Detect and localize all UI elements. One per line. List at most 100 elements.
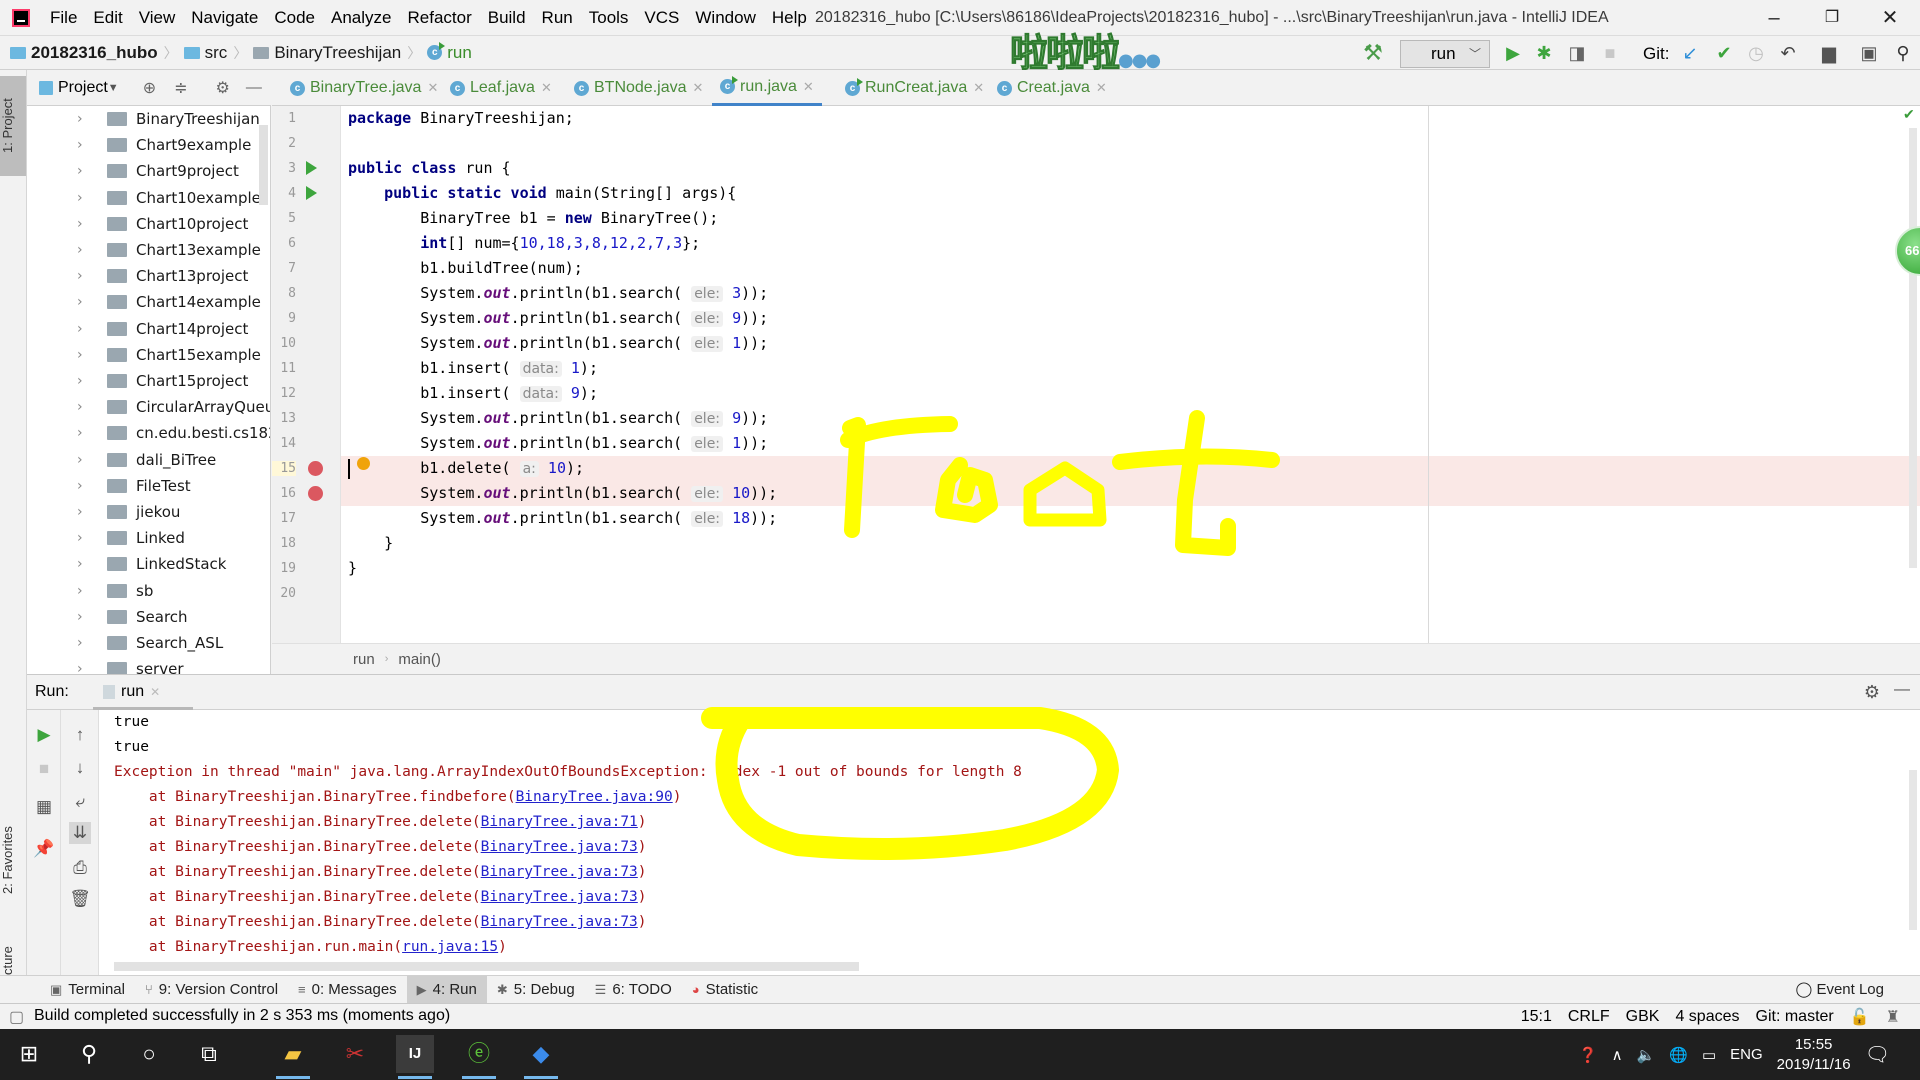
expand-chevron-icon[interactable]: › [77, 504, 91, 520]
code-line[interactable]: b1.delete( a: 10); [348, 456, 584, 481]
code-line[interactable]: System.out.println(b1.search( ele: 9)); [348, 406, 768, 431]
stack-trace-link[interactable]: BinaryTree.java:73 [481, 889, 638, 905]
menu-refactor[interactable]: Refactor [399, 8, 479, 28]
code-line[interactable]: System.out.println(b1.search( ele: 9)); [348, 306, 768, 331]
intention-bulb-icon[interactable] [357, 457, 370, 470]
nav-package[interactable]: BinaryTreeshijan 〉 [253, 43, 421, 63]
restore-button[interactable]: ❐ [1820, 6, 1844, 30]
expand-chevron-icon[interactable]: › [77, 635, 91, 651]
editor-scrollbar[interactable] [1909, 128, 1917, 568]
inspection-ok-icon[interactable]: ✔ [1903, 106, 1915, 123]
expand-chevron-icon[interactable]: › [77, 137, 91, 153]
close-tab-icon[interactable]: ✕ [427, 80, 438, 96]
soft-wrap-icon[interactable]: ⤶ [69, 791, 91, 813]
tree-item[interactable]: › jiekou [27, 499, 180, 525]
menu-edit[interactable]: Edit [85, 8, 130, 28]
action-center-icon[interactable]: 🗨 [1865, 1042, 1890, 1067]
stack-trace-link[interactable]: run.java:15 [402, 939, 498, 955]
locate-icon[interactable]: ⊕ [143, 78, 156, 98]
expand-chevron-icon[interactable]: › [77, 347, 91, 363]
expand-chevron-icon[interactable]: › [77, 163, 91, 179]
stack-trace-link[interactable]: BinaryTree.java:73 [481, 914, 638, 930]
expand-chevron-icon[interactable]: › [77, 268, 91, 284]
breakpoint-icon[interactable] [308, 486, 323, 501]
menu-help[interactable]: Help [764, 8, 815, 28]
close-tab-icon[interactable]: ✕ [803, 79, 814, 95]
breakpoint-icon[interactable] [308, 461, 323, 476]
status-toggle-icon[interactable]: ▢ [9, 1007, 24, 1027]
lock-icon[interactable]: 🔓 [1850, 1007, 1870, 1027]
tree-item[interactable]: › Chart15example [27, 342, 261, 368]
menu-vcs[interactable]: VCS [636, 8, 687, 28]
search-everywhere-icon[interactable]: ⚲ [1892, 42, 1914, 64]
code-line[interactable]: int[] num={10,18,3,8,12,2,7,3}; [348, 231, 700, 256]
volume-icon[interactable]: 🔈 [1637, 1046, 1656, 1064]
terminal-window-icon[interactable]: ▣ [1858, 42, 1880, 64]
layout-icon[interactable]: ▦ [33, 796, 55, 818]
expand-chevron-icon[interactable]: › [77, 373, 91, 389]
minimize-button[interactable]: – [1762, 6, 1786, 30]
tool-tab[interactable]: ≡ 0: Messages [288, 976, 407, 1004]
tree-item[interactable]: › Linked [27, 525, 185, 551]
menu-file[interactable]: File [42, 8, 85, 28]
rerun-icon[interactable]: ▶ [33, 724, 55, 746]
inspector-icon[interactable]: ♜ [1886, 1007, 1900, 1027]
tree-item[interactable]: › server [27, 656, 183, 674]
tree-item[interactable]: › CircularArrayQueue [27, 394, 270, 420]
code-line[interactable]: package BinaryTreeshijan; [348, 106, 574, 131]
editor-tab[interactable]: c BTNode.java ✕ [566, 70, 711, 106]
intellij-taskbar-icon[interactable]: IJ [396, 1035, 434, 1079]
expand-chevron-icon[interactable]: › [77, 425, 91, 441]
code-line[interactable]: System.out.println(b1.search( ele: 10)); [348, 481, 777, 506]
input-language[interactable]: ENG [1730, 1046, 1763, 1063]
tree-item[interactable]: › FileTest [27, 473, 191, 499]
menu-code[interactable]: Code [266, 8, 323, 28]
code-line[interactable]: b1.buildTree(num); [348, 256, 583, 281]
tool-tab[interactable]: ▶ 4: Run [406, 975, 487, 1004]
menu-view[interactable]: View [131, 8, 184, 28]
tree-item[interactable]: › Search_ASL [27, 630, 223, 656]
editor-tab[interactable]: c Leaf.java ✕ [442, 70, 560, 106]
down-arrow-icon[interactable]: ↓ [69, 757, 91, 779]
code-line[interactable]: System.out.println(b1.search( ele: 1)); [348, 431, 768, 456]
code-line[interactable]: public class run { [348, 156, 511, 181]
hide-panel-icon[interactable]: — [246, 79, 262, 97]
code-line[interactable]: b1.insert( data: 9); [348, 381, 598, 406]
build-status-message[interactable]: Build completed successfully in 2 s 353 … [34, 1007, 450, 1025]
tree-item[interactable]: › Chart14project [27, 316, 248, 342]
expand-chevron-icon[interactable]: › [77, 216, 91, 232]
expand-chevron-icon[interactable]: › [77, 583, 91, 599]
tree-item[interactable]: › cn.edu.besti.cs1823 [27, 420, 270, 446]
coverage-icon[interactable]: ◨ [1566, 42, 1588, 64]
code-line[interactable]: } [348, 531, 393, 556]
close-tab-icon[interactable]: ✕ [693, 80, 704, 96]
menu-navigate[interactable]: Navigate [183, 8, 266, 28]
tool-tab[interactable]: ◕ Statistic [682, 976, 768, 1004]
tool-tab[interactable]: ▣ Terminal [40, 976, 135, 1004]
tree-item[interactable]: › Chart13example [27, 237, 261, 263]
expand-chevron-icon[interactable]: › [77, 321, 91, 337]
clock[interactable]: 15:55 2019/11/16 [1777, 1035, 1851, 1075]
search-icon[interactable]: ⚲ [70, 1035, 108, 1073]
line-separator[interactable]: CRLF [1568, 1008, 1610, 1026]
stack-trace-link[interactable]: BinaryTree.java:73 [481, 864, 638, 880]
expand-chevron-icon[interactable]: › [77, 111, 91, 127]
close-tab-icon[interactable]: ✕ [973, 80, 984, 96]
stack-trace-link[interactable]: BinaryTree.java:71 [481, 814, 638, 830]
build-hammer-icon[interactable]: ⚒ [1362, 42, 1384, 64]
cursor-position[interactable]: 15:1 [1521, 1008, 1552, 1026]
tool-tab[interactable]: ⑂ 9: Version Control [135, 976, 288, 1004]
cortana-circle-icon[interactable]: ○ [130, 1035, 168, 1073]
snipping-tool-icon[interactable]: ✂ [336, 1035, 374, 1073]
browser-e-icon[interactable]: ⓔ [460, 1035, 498, 1079]
help-alert-icon[interactable]: ❓ [1579, 1046, 1598, 1064]
console-vertical-scrollbar[interactable] [1909, 770, 1917, 930]
git-commit-icon[interactable]: ✔ [1713, 42, 1735, 64]
show-hidden-icons[interactable]: ∧ [1612, 1046, 1623, 1064]
history-icon[interactable]: ◷ [1745, 42, 1767, 64]
tree-item[interactable]: › Chart14example [27, 289, 261, 315]
tree-item[interactable]: › dali_BiTree [27, 447, 216, 473]
code-line[interactable]: b1.insert( data: 1); [348, 356, 598, 381]
tool-tab[interactable]: ✱ 5: Debug [487, 976, 585, 1004]
close-tab-icon[interactable]: ✕ [150, 685, 160, 699]
